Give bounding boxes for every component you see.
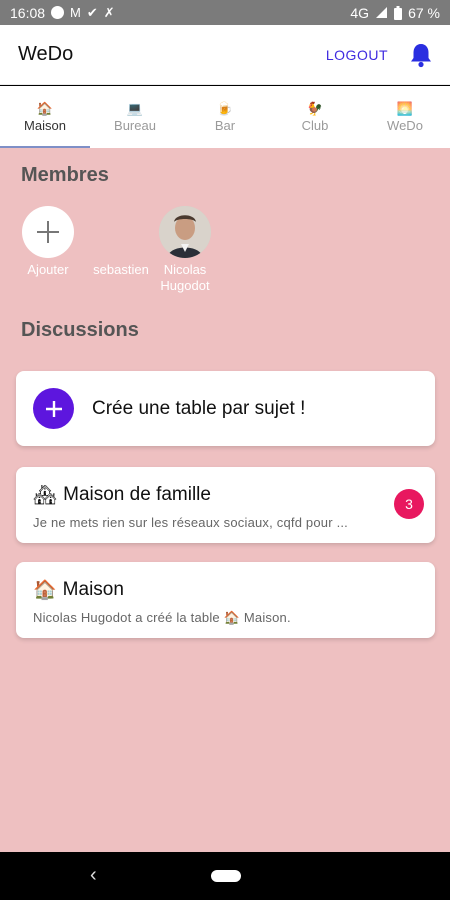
discussions-title: Discussions [21,319,139,341]
home-pill[interactable] [211,870,241,882]
unread-badge: 3 [394,489,424,519]
discussion-item[interactable]: 🏠 Maison Nicolas Hugodot a créé la table… [16,562,435,638]
add-icon [22,206,74,258]
gmail-icon: M [70,5,81,20]
missed-call-icon: ✗ [103,5,115,20]
tab-wedo[interactable]: 🌅 WeDo [360,86,450,148]
check-icon: ✔ [86,5,98,20]
add-member-label: Ajouter [27,262,69,277]
signal-icon [376,7,388,18]
status-bar: 16:08 M ✔ ✗ 4G 67 % [0,0,450,25]
houses-icon: 🏘 [33,485,58,506]
battery-level: 67 % [408,4,440,21]
tab-bar-venue[interactable]: 🍺 Bar [180,86,270,148]
members-title: Membres [21,164,109,186]
house-icon: 🏠 [33,580,57,601]
member-name: sebastien [93,262,149,277]
circle-notification-icon [51,6,65,19]
beer-icon: 🍺 [216,100,234,116]
tab-label: Club [301,117,329,133]
tab-label: WeDo [387,117,423,133]
laptop-icon: 💻 [126,100,144,116]
back-icon[interactable]: ‹ [90,864,97,887]
tab-label: Bar [214,117,236,133]
tab-label: Maison [24,117,66,133]
member-sebastien[interactable]: sebastien [88,206,154,278]
tab-maison[interactable]: 🏠 Maison [0,86,90,148]
member-name: Nicolas Hugodot [160,262,210,293]
discussion-item[interactable]: 🏘 Maison de famille Je ne mets rien sur … [16,467,435,543]
sunrise-icon: 🌅 [396,100,414,116]
add-member-button[interactable]: Ajouter [21,206,75,278]
tab-bureau[interactable]: 💻 Bureau [90,86,180,148]
tab-club[interactable]: 🐓 Club [270,86,360,148]
discussion-preview: Nicolas Hugodot a créé la table 🏠 Maison… [33,610,291,625]
status-time: 16:08 [10,4,46,21]
logout-button[interactable]: LOGOUT [326,47,388,63]
app-bar: WeDo LOGOUT [0,25,450,85]
avatar-placeholder [95,206,147,258]
discussion-title: Maison de famille [63,484,211,505]
member-nicolas-hugodot[interactable]: Nicolas Hugodot [154,206,216,294]
bell-icon[interactable] [408,41,434,69]
discussion-title: Maison [62,579,124,600]
main-content: Membres Ajouter sebastien Nicolas Hugodo… [0,148,450,852]
network-type: 4G [350,4,370,21]
tab-bar: 🏠 Maison 💻 Bureau 🍺 Bar 🐓 Club 🌅 WeDo [0,86,450,148]
tab-label: Bureau [114,117,156,133]
plus-icon [33,388,74,429]
discussion-preview: Je ne mets rien sur les réseaux sociaux,… [33,515,348,530]
create-table-label: Crée une table par sujet ! [92,397,306,419]
avatar [159,206,211,258]
create-table-card[interactable]: Crée une table par sujet ! [16,371,435,446]
system-nav-bar: ‹ [0,852,450,900]
battery-icon [394,5,403,20]
app-title: WeDo [18,43,74,65]
house-icon: 🏠 [36,100,54,116]
rooster-icon: 🐓 [306,100,324,116]
